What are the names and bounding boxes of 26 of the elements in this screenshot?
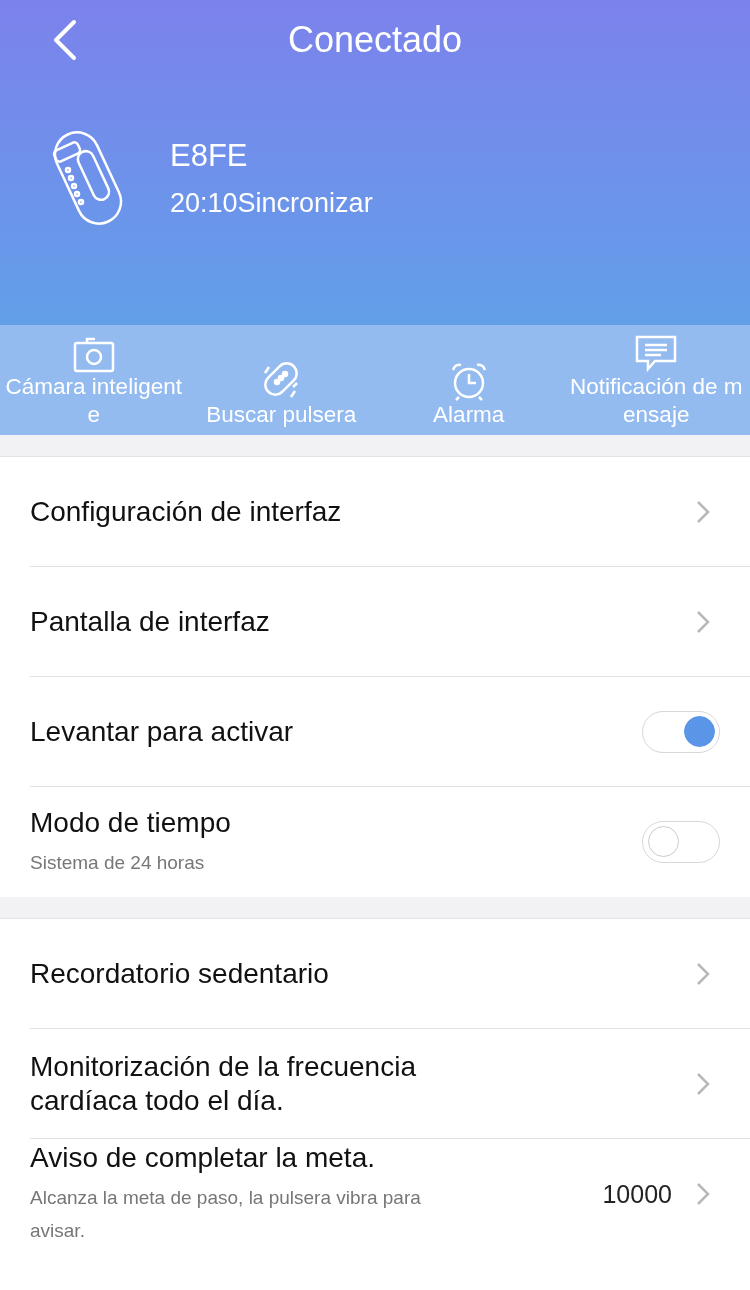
chevron-icon[interactable] (696, 1182, 710, 1206)
action-label[interactable]: Cámara inteligente (0, 373, 188, 429)
toggle-switch[interactable] (642, 710, 720, 753)
action-label[interactable]: Buscar pulsera (202, 401, 361, 429)
toggle-switch[interactable] (642, 821, 720, 863)
sync-status[interactable]: 20:10Sincronizar (170, 187, 373, 219)
setting-label: Aviso de completar la meta. (30, 1141, 376, 1175)
setting-label: Modo de tiempo (30, 805, 232, 840)
setting-label: Configuración de interfaz (30, 494, 343, 529)
action-label[interactable]: Alarma (429, 401, 509, 429)
setting-label: Pantalla de interfaz (30, 604, 271, 639)
setting-label: Recordatorio sedentario (30, 956, 330, 991)
chevron-icon[interactable] (696, 499, 710, 524)
chevron-icon[interactable] (696, 1071, 710, 1096)
setting-value: 10000 (602, 1179, 672, 1209)
message-icon[interactable] (635, 335, 678, 373)
action-label[interactable]: Notificación de mensaje (562, 373, 750, 429)
camera-icon[interactable] (72, 337, 115, 373)
screen-title: Conectado (287, 19, 463, 61)
chevron-icon[interactable] (696, 609, 710, 634)
setting-label: Monitorización de la frecuencia cardíaca todo el día. (30, 1049, 417, 1118)
setting-label: Levantar para activar (30, 714, 295, 749)
setting-description: Alcanza la meta de paso, la pulsera vibra para avisar. (30, 1186, 422, 1243)
chevron-icon[interactable] (696, 961, 710, 986)
device-name: E8FE (170, 137, 249, 174)
setting-description: Sistema de 24 horas (30, 850, 206, 875)
